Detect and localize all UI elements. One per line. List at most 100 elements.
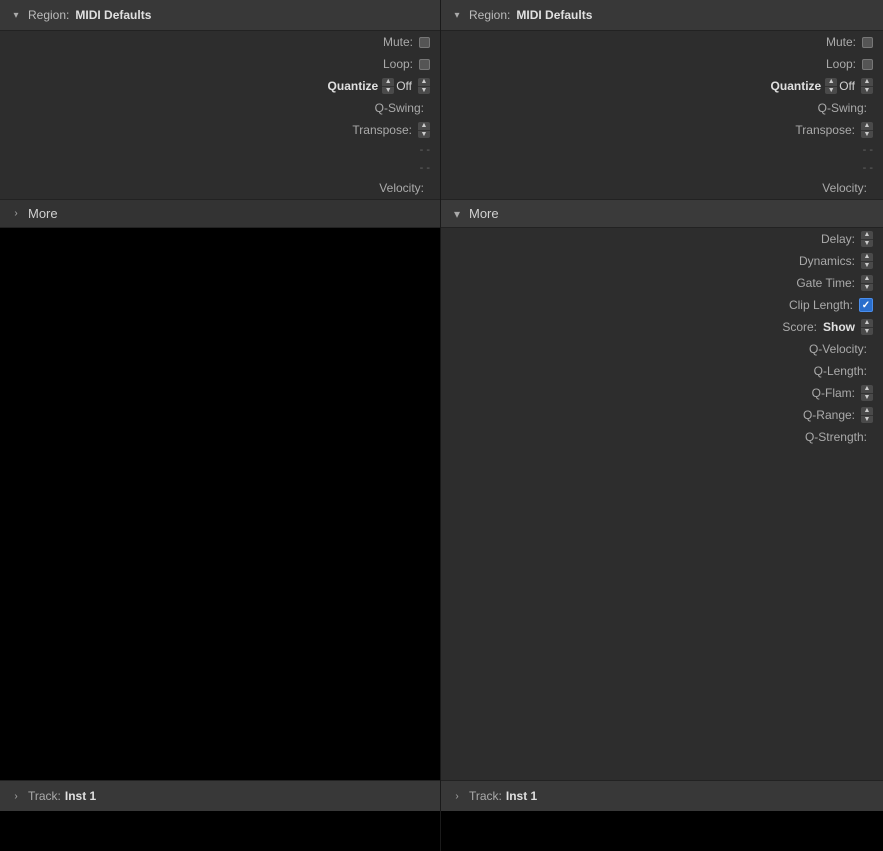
right-track-chevron: ›	[451, 790, 463, 802]
right-score-down[interactable]: ▼	[861, 328, 873, 336]
right-quantize-value: Off	[839, 79, 855, 93]
right-quantize-label: Quantize	[771, 79, 822, 93]
right-loop-checkbox[interactable]	[862, 59, 873, 70]
right-quantize-right-down[interactable]: ▼	[861, 87, 873, 95]
right-q-velocity-label: Q-Velocity:	[809, 342, 867, 356]
right-transpose-up[interactable]: ▲	[861, 122, 873, 131]
right-q-range-row: Q-Range: ▲ ▼	[441, 404, 883, 426]
left-more-chevron: ›	[10, 208, 22, 220]
left-track-label: Track:	[28, 789, 61, 803]
right-dash-row-1: - -	[441, 141, 883, 159]
left-empty-area	[0, 228, 440, 780]
left-quantize-right-down[interactable]: ▼	[418, 87, 430, 95]
right-q-flam-down[interactable]: ▼	[861, 394, 873, 402]
right-delay-up[interactable]: ▲	[861, 231, 873, 240]
right-loop-row: Loop:	[441, 53, 883, 75]
right-dash-1: - -	[863, 144, 873, 156]
right-quantize-stepper[interactable]: ▲ ▼	[825, 78, 837, 94]
right-score-label: Score:	[782, 320, 817, 334]
left-quantize-right-stepper[interactable]: ▲ ▼	[418, 78, 430, 94]
right-gate-time-stepper[interactable]: ▲ ▼	[861, 275, 873, 291]
left-transpose-down[interactable]: ▼	[418, 131, 430, 139]
left-track-chevron: ›	[10, 790, 22, 802]
right-track-value: Inst 1	[506, 789, 537, 803]
right-dynamics-label: Dynamics:	[799, 254, 855, 268]
left-transpose-stepper[interactable]: ▲ ▼	[418, 122, 430, 138]
right-dash-2: - -	[863, 162, 873, 174]
right-q-flam-label: Q-Flam:	[812, 386, 855, 400]
left-quantize-right-up[interactable]: ▲	[418, 78, 430, 87]
right-gate-time-up[interactable]: ▲	[861, 275, 873, 284]
right-q-range-up[interactable]: ▲	[861, 407, 873, 416]
left-transpose-up[interactable]: ▲	[418, 122, 430, 131]
left-loop-label: Loop:	[383, 57, 413, 71]
right-region-name: MIDI Defaults	[516, 8, 592, 22]
left-bottom-black	[0, 811, 440, 851]
right-transpose-stepper[interactable]: ▲ ▼	[861, 122, 873, 138]
right-q-flam-row: Q-Flam: ▲ ▼	[441, 382, 883, 404]
left-track-row[interactable]: › Track: Inst 1	[0, 780, 440, 811]
right-q-strength-label: Q-Strength:	[805, 430, 867, 444]
right-track-row[interactable]: › Track: Inst 1	[441, 780, 883, 811]
right-q-velocity-row: Q-Velocity:	[441, 338, 883, 360]
right-transpose-label: Transpose:	[795, 123, 855, 137]
right-delay-down[interactable]: ▼	[861, 240, 873, 248]
right-transpose-down[interactable]: ▼	[861, 131, 873, 139]
left-loop-checkbox[interactable]	[419, 59, 430, 70]
right-dynamics-up[interactable]: ▲	[861, 253, 873, 262]
right-more-chevron: ▾	[451, 208, 463, 220]
right-region-label: Region:	[469, 8, 510, 22]
right-more-row[interactable]: ▾ More	[441, 199, 883, 228]
right-score-stepper[interactable]: ▲ ▼	[861, 319, 873, 335]
left-velocity-row: Velocity:	[0, 177, 440, 199]
left-quantize-up[interactable]: ▲	[382, 78, 394, 87]
right-delay-stepper[interactable]: ▲ ▼	[861, 231, 873, 247]
right-quantize-right-stepper[interactable]: ▲ ▼	[861, 78, 873, 94]
right-score-row: Score: Show ▲ ▼	[441, 316, 883, 338]
left-quantize-row: Quantize ▲ ▼ Off ▲ ▼	[0, 75, 440, 97]
right-clip-length-label: Clip Length:	[789, 298, 853, 312]
right-delay-row: Delay: ▲ ▼	[441, 228, 883, 250]
right-q-flam-stepper[interactable]: ▲ ▼	[861, 385, 873, 401]
left-quantize-value: Off	[396, 79, 412, 93]
right-q-range-stepper[interactable]: ▲ ▼	[861, 407, 873, 423]
right-mute-label: Mute:	[826, 35, 856, 49]
left-more-row[interactable]: › More	[0, 199, 440, 228]
left-mute-row: Mute:	[0, 31, 440, 53]
left-velocity-label: Velocity:	[379, 181, 424, 195]
right-dynamics-row: Dynamics: ▲ ▼	[441, 250, 883, 272]
left-track-value: Inst 1	[65, 789, 96, 803]
left-transpose-row: Transpose: ▲ ▼	[0, 119, 440, 141]
left-quantize-stepper[interactable]: ▲ ▼	[382, 78, 394, 94]
left-collapse-chevron[interactable]: ▾	[10, 9, 22, 21]
right-qswing-label: Q-Swing:	[818, 101, 867, 115]
right-quantize-right-up[interactable]: ▲	[861, 78, 873, 87]
left-mute-checkbox[interactable]	[419, 37, 430, 48]
right-mute-row: Mute:	[441, 31, 883, 53]
right-qswing-row: Q-Swing:	[441, 97, 883, 119]
right-q-range-down[interactable]: ▼	[861, 416, 873, 424]
right-dynamics-down[interactable]: ▼	[861, 262, 873, 270]
left-region-name: MIDI Defaults	[75, 8, 151, 22]
left-quantize-down[interactable]: ▼	[382, 87, 394, 95]
right-q-flam-up[interactable]: ▲	[861, 385, 873, 394]
right-track-label: Track:	[469, 789, 502, 803]
right-delay-label: Delay:	[821, 232, 855, 246]
left-qswing-row: Q-Swing:	[0, 97, 440, 119]
left-mute-label: Mute:	[383, 35, 413, 49]
right-section-header: ▾ Region: MIDI Defaults	[441, 0, 883, 31]
left-qswing-label: Q-Swing:	[375, 101, 424, 115]
right-score-up[interactable]: ▲	[861, 319, 873, 328]
right-quantize-down[interactable]: ▼	[825, 87, 837, 95]
right-gate-time-down[interactable]: ▼	[861, 284, 873, 292]
right-collapse-chevron[interactable]: ▾	[451, 9, 463, 21]
left-section-header: ▾ Region: MIDI Defaults	[0, 0, 440, 31]
right-dynamics-stepper[interactable]: ▲ ▼	[861, 253, 873, 269]
right-mute-checkbox[interactable]	[862, 37, 873, 48]
right-clip-length-checkbox[interactable]	[859, 298, 873, 312]
right-quantize-up[interactable]: ▲	[825, 78, 837, 87]
left-dash-row-1: - -	[0, 141, 440, 159]
left-quantize-label: Quantize	[328, 79, 379, 93]
right-quantize-row: Quantize ▲ ▼ Off ▲ ▼	[441, 75, 883, 97]
right-q-length-row: Q-Length:	[441, 360, 883, 382]
